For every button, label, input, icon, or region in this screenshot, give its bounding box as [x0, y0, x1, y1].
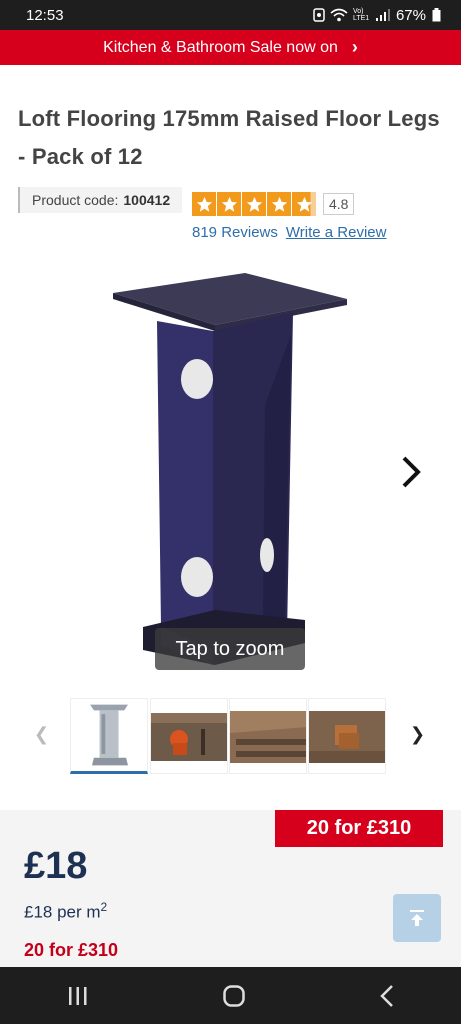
product-code: Product code: 100412 — [18, 187, 183, 213]
price: £18 — [24, 845, 88, 887]
write-review-link[interactable]: Write a Review — [286, 224, 387, 241]
promo-text: Kitchen & Bathroom Sale now on — [103, 38, 338, 56]
promo-banner[interactable]: Kitchen & Bathroom Sale now on › — [0, 30, 461, 65]
product-image[interactable] — [95, 255, 375, 675]
status-indicators: Vo) LTE1 67% — [313, 7, 441, 24]
back-icon[interactable] — [379, 984, 395, 1008]
chevron-right-icon: › — [351, 37, 358, 57]
product-code-value: 100412 — [123, 192, 171, 208]
arrow-up-to-line-icon — [410, 910, 424, 926]
thumbnail-joists[interactable] — [229, 698, 307, 774]
star-icon — [192, 192, 216, 216]
battery-icon — [432, 8, 441, 22]
chevron-right-icon[interactable] — [398, 452, 424, 492]
battery-percent: 67% — [395, 6, 426, 24]
recent-apps-icon[interactable] — [67, 986, 89, 1006]
home-icon[interactable] — [222, 984, 246, 1008]
offer-badge: 20 for £310 — [275, 810, 443, 847]
notification-icon — [313, 8, 325, 22]
rating-value: 4.8 — [323, 193, 355, 215]
price-per-unit-sup: 2 — [100, 900, 108, 914]
chevron-right-icon[interactable]: ❯ — [410, 724, 425, 745]
thumbnail-boxes[interactable] — [308, 698, 386, 774]
price-per-unit-text: £18 per m — [24, 902, 101, 922]
product-title: Loft Flooring 175mm Raised Floor Legs - … — [18, 106, 440, 169]
thumbnail-carousel: ❮ ❯ — [0, 698, 461, 776]
star-half-icon — [292, 192, 316, 216]
star-icon — [217, 192, 241, 216]
network-label: Vo) LTE1 — [352, 8, 370, 22]
reviews-link[interactable]: 819 Reviews — [192, 224, 278, 241]
thumbnail-product[interactable] — [70, 698, 148, 774]
android-nav-bar — [0, 967, 461, 1024]
price-per-unit: £18 per m2 — [24, 900, 107, 923]
star-icon — [267, 192, 291, 216]
back-to-top-button[interactable] — [393, 894, 441, 942]
offer-text: 20 for £310 — [24, 940, 119, 960]
chevron-left-icon[interactable]: ❮ — [34, 724, 49, 745]
wifi-icon — [330, 8, 348, 22]
status-time: 12:53 — [26, 6, 64, 24]
reviews-row: 819 Reviews Write a Review — [192, 224, 386, 241]
signal-icon — [375, 9, 390, 21]
status-bar: 12:53 Vo) LTE1 67% — [0, 0, 461, 30]
tap-to-zoom[interactable]: Tap to zoom — [155, 628, 305, 670]
product-code-label: Product code: — [32, 192, 119, 208]
star-icon — [242, 192, 266, 216]
star-rating[interactable] — [192, 192, 316, 216]
thumbnail-installing[interactable] — [150, 698, 228, 774]
